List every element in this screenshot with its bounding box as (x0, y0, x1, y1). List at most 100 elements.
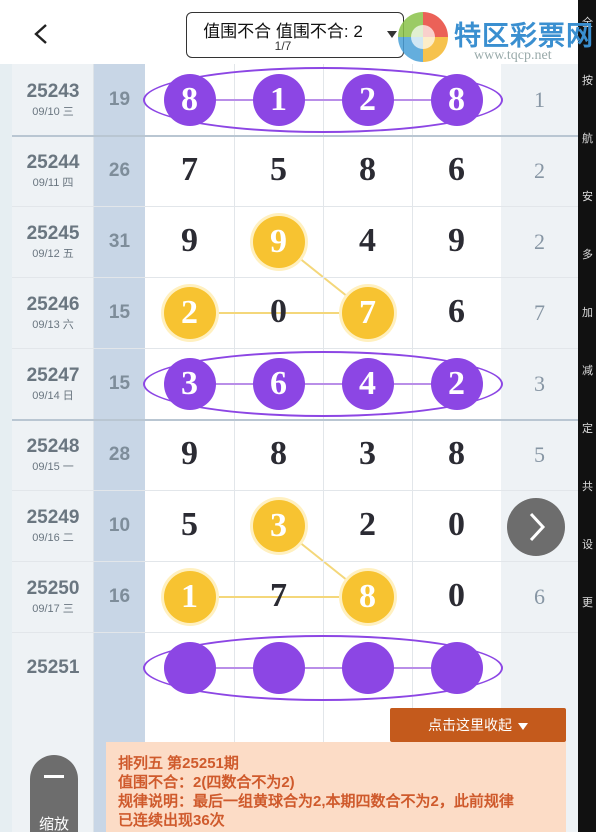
purple-ball: 2 (341, 73, 394, 126)
issue-date: 09/14 日 (32, 389, 74, 402)
issue-cell: 25250 09/17 三 (12, 578, 94, 616)
yellow-ball: 9 (252, 215, 305, 268)
side-menu-char: 多 (582, 249, 593, 261)
issue-number: 25243 (26, 80, 80, 102)
digit-cell: 8 (270, 434, 287, 472)
back-arrow-icon[interactable] (30, 22, 54, 46)
background-app-edge (0, 64, 12, 832)
yellow-ball: 8 (341, 570, 394, 623)
purple-ball (163, 641, 216, 694)
chevron-right-icon (529, 512, 546, 542)
issue-number: 25247 (26, 364, 80, 386)
sum-value: 19 (108, 88, 131, 110)
purple-ball (341, 641, 394, 694)
zoom-button[interactable]: 缩放 (30, 755, 78, 832)
issue-cell: 25247 09/14 日 (12, 365, 94, 403)
background-side-menu: 全按航安多加减定共设更 (578, 0, 596, 832)
digit-cell: 0 (270, 292, 287, 330)
yellow-ball: 3 (252, 499, 305, 552)
sum-value: 16 (108, 585, 131, 607)
info-line-4: 已连续出现36次 (118, 812, 225, 829)
issue-number: 25245 (26, 222, 80, 244)
sum-value: 28 (108, 443, 131, 465)
digit-cell: 9 (448, 221, 465, 259)
digit-cell: 9 (181, 434, 198, 472)
digit-cell: 2 (359, 505, 376, 543)
issue-number: 25250 (26, 577, 80, 599)
issue-date: 09/16 二 (32, 531, 74, 544)
purple-ball: 8 (430, 73, 483, 126)
purple-ball: 1 (252, 73, 305, 126)
ball-connector (189, 666, 457, 669)
span-value: 2 (534, 157, 545, 183)
digit-cell: 8 (448, 434, 465, 472)
issue-number: 25248 (26, 435, 80, 457)
info-line-2: 值围不合：2(四数合不为2) (118, 774, 295, 791)
issue-date: 09/10 三 (32, 105, 74, 118)
side-menu-char: 航 (582, 133, 593, 145)
purple-ball: 2 (430, 357, 483, 410)
issue-number: 25249 (26, 506, 80, 528)
purple-ball (252, 641, 305, 694)
issue-cell: 25244 09/11 四 (12, 152, 94, 190)
collapse-label: 点击这里收起 (428, 717, 512, 733)
span-value: 7 (534, 299, 545, 325)
issue-number: 25251 (26, 656, 80, 678)
side-menu-char: 更 (582, 597, 593, 609)
purple-ball: 3 (163, 357, 216, 410)
issue-date: 09/12 五 (32, 247, 74, 260)
span-value: 5 (534, 441, 545, 467)
digit-cell: 7 (270, 576, 287, 614)
collapse-panel-button[interactable]: 点击这里收起 (390, 708, 566, 742)
row-divider (12, 632, 578, 633)
info-line-3: 规律说明：最后一组黄球合为2,本期四数合不为2，此前规律 (118, 793, 514, 810)
issue-cell: 25248 09/15 一 (12, 436, 94, 474)
yellow-ball: 2 (163, 286, 216, 339)
next-page-button[interactable] (507, 498, 565, 556)
info-line-1: 排列五 第25251期 (118, 755, 239, 772)
side-menu-char: 定 (582, 423, 593, 435)
issue-cell: 25243 09/10 三 (12, 81, 94, 119)
digit-cell: 3 (359, 434, 376, 472)
span-value: 6 (534, 583, 545, 609)
triangle-down-icon (518, 722, 528, 730)
sum-value: 10 (108, 514, 131, 536)
digit-cell: 6 (448, 292, 465, 330)
row-divider (12, 135, 578, 137)
digit-cell: 7 (181, 150, 198, 188)
row-divider (12, 348, 578, 349)
sum-value: 31 (108, 230, 131, 252)
row-divider (12, 490, 578, 491)
sum-value: 15 (108, 372, 131, 394)
issue-cell: 25245 09/12 五 (12, 223, 94, 261)
mode-selector[interactable]: 值围不合 值围不合: 2 1/7 (186, 12, 404, 58)
row-divider (12, 561, 578, 562)
sum-value: 26 (108, 159, 131, 181)
issue-date: 09/15 一 (32, 460, 74, 473)
row-divider (12, 419, 578, 421)
issue-date: 09/17 三 (32, 602, 74, 615)
digit-cell: 9 (181, 221, 198, 259)
side-menu-char: 设 (582, 539, 593, 551)
digit-cell: 0 (448, 576, 465, 614)
issue-cell: 25249 09/16 二 (12, 507, 94, 545)
digit-cell: 6 (448, 150, 465, 188)
issue-date: 09/13 六 (32, 318, 74, 331)
yellow-ball: 1 (163, 570, 216, 623)
side-menu-char: 按 (582, 75, 593, 87)
digit-cell: 0 (448, 505, 465, 543)
span-value: 1 (534, 86, 545, 112)
issue-cell: 25251 (12, 657, 94, 679)
sum-value: 15 (108, 301, 131, 323)
rule-info-panel: 排列五 第25251期 值围不合：2(四数合不为2) 规律说明：最后一组黄球合为… (106, 742, 566, 832)
minus-icon (44, 775, 64, 778)
purple-ball: 4 (341, 357, 394, 410)
top-bar: 值围不合 值围不合: 2 1/7 特区彩票网 www.tqcp.net (0, 0, 593, 64)
digit-cell: 8 (359, 150, 376, 188)
issue-cell: 25246 09/13 六 (12, 294, 94, 332)
page-indicator: 1/7 (274, 39, 292, 53)
ball-connector (189, 382, 457, 385)
row-divider (12, 277, 578, 278)
span-value: 3 (534, 370, 545, 396)
digit-cell: 4 (359, 221, 376, 259)
